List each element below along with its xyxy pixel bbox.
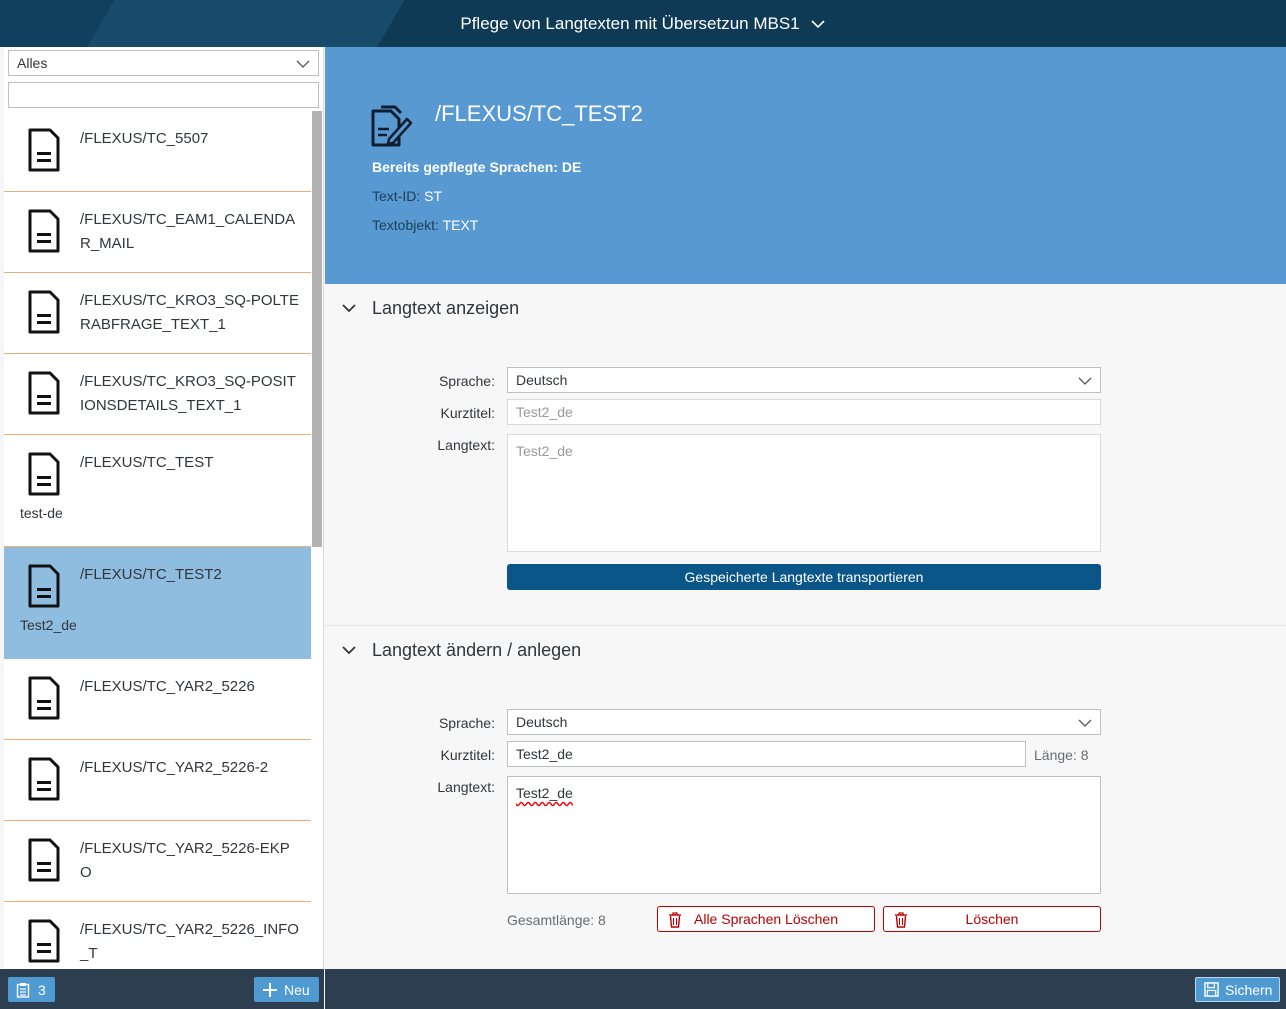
save-button-label: Sichern (1225, 981, 1273, 998)
master-footer: 3 Neu (0, 969, 324, 1009)
object-header: /FLEXUS/TC_TEST2 Bereits gepflegte Sprac… (325, 47, 1286, 284)
detail-panel: /FLEXUS/TC_TEST2 Bereits gepflegte Sprac… (325, 47, 1286, 969)
save-icon (1204, 982, 1219, 997)
display-language-select[interactable]: Deutsch (507, 367, 1101, 393)
clipboard-icon (16, 982, 30, 998)
edit-language-value: Deutsch (516, 714, 568, 730)
document-icon (28, 128, 60, 172)
new-button[interactable]: Neu (254, 977, 319, 1002)
filter-select-value: Alles (17, 55, 48, 71)
text-id-attribute: Text-ID: ST (372, 188, 442, 204)
delete-label: Löschen (965, 911, 1019, 927)
save-button[interactable]: Sichern (1195, 977, 1280, 1002)
list-item[interactable]: /FLEXUS/TC_TEST test-de (4, 435, 311, 547)
list-item-title: /FLEXUS/TC_EAM1_CALENDAR_MAIL (80, 211, 296, 252)
edit-section-title: Langtext ändern / anlegen (372, 639, 582, 660)
display-long-text-field: Test2_de (507, 434, 1101, 552)
edit-long-text-label: Langtext: (437, 779, 495, 795)
edit-short-title-label: Kurztitel: (440, 747, 495, 763)
list-item-subtitle: test-de (20, 505, 63, 521)
chevron-down-icon (342, 646, 356, 655)
display-language-value: Deutsch (516, 372, 568, 388)
display-short-title-field: Test2_de (507, 399, 1101, 425)
delete-all-label: Alle Sprachen Löschen (694, 911, 838, 927)
chevron-down-icon (1078, 719, 1092, 727)
short-title-length: Länge: 8 (1034, 747, 1089, 763)
document-icon (28, 209, 60, 253)
list-item-title: /FLEXUS/TC_KRO3_SQ-POSITIONSDETAILS_TEXT… (80, 373, 296, 414)
section-divider (325, 625, 1286, 626)
list-item[interactable]: /FLEXUS/TC_YAR2_5226-2 (4, 740, 311, 821)
display-section-header[interactable]: Langtext anzeigen (325, 286, 1286, 330)
list-item-title: /FLEXUS/TC_TEST (80, 454, 214, 471)
count-value: 3 (38, 981, 46, 998)
app-title: Pflege von Langtexten mit Übersetzun MBS… (460, 13, 800, 33)
text-object-attribute: Textobjekt: TEXT (372, 217, 478, 233)
text-id-label: Text-ID: (372, 188, 421, 204)
edit-long-text-value: Test2_de (516, 785, 573, 801)
edit-language-select[interactable]: Deutsch (507, 709, 1101, 735)
document-icon (28, 919, 60, 963)
list-item[interactable]: /FLEXUS/TC_KRO3_SQ-POLTERABFRAGE_TEXT_1 (4, 273, 311, 354)
new-button-label: Neu (284, 981, 310, 998)
text-list: /FLEXUS/TC_5507 /FLEXUS/TC_EAM1_CALENDAR… (4, 111, 311, 969)
text-id-value: ST (424, 188, 443, 204)
list-item-title: /FLEXUS/TC_YAR2_5226_INFO_T (80, 921, 299, 962)
document-icon (28, 452, 60, 496)
chevron-down-icon (811, 19, 825, 28)
plus-icon (263, 982, 277, 997)
text-object-value: TEXT (442, 217, 479, 233)
list-item-title: /FLEXUS/TC_KRO3_SQ-POLTERABFRAGE_TEXT_1 (80, 292, 299, 333)
display-short-title-label: Kurztitel: (440, 405, 495, 421)
chevron-down-icon (342, 304, 356, 313)
maintained-languages: Bereits gepflegte Sprachen: DE (372, 159, 582, 175)
transport-button[interactable]: Gespeicherte Langtexte transportieren (507, 564, 1101, 590)
list-item-title: /FLEXUS/TC_YAR2_5226-2 (80, 759, 269, 776)
document-icon (28, 838, 60, 882)
list-item-title: /FLEXUS/TC_YAR2_5226 (80, 678, 255, 695)
search-input[interactable] (8, 82, 319, 108)
edit-section-header[interactable]: Langtext ändern / anlegen (325, 628, 1286, 672)
app-title-menu[interactable]: Pflege von Langtexten mit Übersetzun MBS… (0, 0, 1286, 47)
list-item[interactable]: /FLEXUS/TC_EAM1_CALENDAR_MAIL (4, 192, 311, 273)
list-item-title: /FLEXUS/TC_5507 (80, 130, 209, 147)
edit-language-label: Sprache: (438, 715, 495, 731)
list-scrollbar[interactable] (312, 111, 322, 547)
master-panel: Alles /FLEXUS/TC_5507 /FLEXUS/TC_EAM1_CA… (4, 47, 324, 969)
detail-footer: Sichern (325, 969, 1286, 1009)
document-icon (28, 290, 60, 334)
list-item-title: /FLEXUS/TC_YAR2_5226-EKPO (80, 840, 290, 881)
list-item[interactable]: /FLEXUS/TC_5507 (4, 111, 311, 192)
display-section-title: Langtext anzeigen (372, 297, 520, 318)
list-item-title: /FLEXUS/TC_TEST2 (80, 566, 222, 583)
edit-short-title-input[interactable]: Test2_de (507, 741, 1026, 767)
delete-all-languages-button[interactable]: Alle Sprachen Löschen (657, 906, 875, 932)
object-title: /FLEXUS/TC_TEST2 (435, 101, 643, 126)
shell-bar: Pflege von Langtexten mit Übersetzun MBS… (0, 0, 1286, 47)
document-icon (28, 757, 60, 801)
document-icon (28, 676, 60, 720)
text-object-label: Textobjekt: (372, 217, 439, 233)
document-icon (28, 371, 60, 415)
filter-select[interactable]: Alles (8, 50, 319, 76)
total-length: Gesamtlänge: 8 (507, 912, 606, 928)
document-icon (28, 564, 60, 608)
list-item[interactable]: /FLEXUS/TC_YAR2_5226 (4, 659, 311, 740)
chevron-down-icon (1078, 377, 1092, 385)
count-button[interactable]: 3 (8, 977, 55, 1002)
delete-button[interactable]: Löschen (883, 906, 1101, 932)
edit-document-icon (371, 105, 413, 147)
display-language-label: Sprache: (438, 373, 495, 389)
chevron-down-icon (296, 60, 310, 68)
edit-long-text-input[interactable]: Test2_de (507, 776, 1101, 894)
list-item[interactable]: /FLEXUS/TC_YAR2_5226_INFO_T (4, 902, 311, 969)
trash-icon (669, 912, 681, 928)
list-item-subtitle: Test2_de (20, 617, 77, 633)
list-item[interactable]: /FLEXUS/TC_YAR2_5226-EKPO (4, 821, 311, 902)
list-item[interactable]: /FLEXUS/TC_KRO3_SQ-POSITIONSDETAILS_TEXT… (4, 354, 311, 435)
list-item-selected[interactable]: /FLEXUS/TC_TEST2 Test2_de (4, 547, 311, 659)
display-long-text-label: Langtext: (437, 437, 495, 453)
trash-icon (895, 912, 907, 928)
